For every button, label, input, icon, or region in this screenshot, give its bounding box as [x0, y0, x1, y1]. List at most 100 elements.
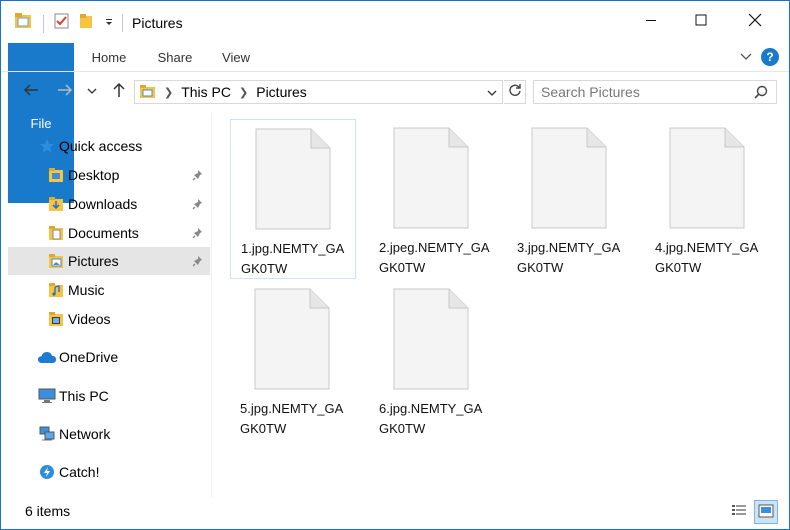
pin-icon[interactable]	[192, 197, 204, 213]
folder-pictures-icon	[47, 252, 65, 270]
file-name: 5.jpg.NEMTY_GAGK0TW	[240, 401, 344, 436]
file-name: 6.jpg.NEMTY_GAGK0TW	[379, 401, 483, 436]
file-item[interactable]: 1.jpg.NEMTY_GAGK0TW	[230, 119, 356, 279]
blank-file-icon	[393, 288, 469, 390]
navigation-bar: ❯ This PC ❯ Pictures Search Pictures	[1, 71, 789, 113]
sidebar-item-this-pc[interactable]: This PC	[8, 382, 210, 410]
file-item[interactable]: 3.jpg.NEMTY_GAGK0TW	[507, 119, 633, 279]
expand-ribbon-chevron-icon[interactable]	[739, 49, 753, 68]
forward-arrow-icon	[57, 83, 73, 102]
sidebar-item-onedrive[interactable]: OneDrive	[8, 343, 210, 371]
close-button[interactable]	[727, 1, 783, 43]
minimize-icon	[645, 13, 657, 31]
maximize-icon	[695, 13, 707, 31]
address-dropdown-icon[interactable]	[486, 86, 498, 102]
sidebar-item-documents[interactable]: Documents	[8, 219, 210, 247]
sidebar-item-label: Network	[59, 426, 111, 442]
file-list: 1.jpg.NEMTY_GAGK0TW 2.jpeg.NEMTY_GAGK0TW…	[215, 113, 789, 497]
tab-share[interactable]: Share	[150, 43, 200, 71]
properties-icon[interactable]	[54, 13, 70, 34]
search-placeholder: Search Pictures	[541, 84, 640, 100]
folder-music-icon	[47, 281, 65, 299]
search-input[interactable]: Search Pictures	[533, 80, 777, 104]
pin-icon[interactable]	[192, 168, 204, 184]
explorer-folder-icon[interactable]	[15, 13, 33, 34]
details-view-icon	[731, 504, 747, 521]
title-divider	[122, 14, 123, 32]
minimize-button[interactable]	[623, 1, 679, 43]
sidebar-item-catch[interactable]: Catch!	[8, 458, 210, 486]
explorer-window: Pictures File Home Share View ? ❯ This P…	[0, 0, 790, 530]
status-bar: 6 items	[1, 497, 789, 529]
search-icon	[754, 85, 768, 102]
new-folder-icon[interactable]	[80, 13, 94, 34]
forward-button[interactable]	[55, 82, 75, 102]
folder-desktop-icon	[47, 166, 65, 184]
breadcrumb-separator-icon: ❯	[239, 86, 249, 99]
pin-icon[interactable]	[192, 226, 204, 242]
pin-icon[interactable]	[192, 254, 204, 270]
refresh-button[interactable]	[504, 80, 526, 104]
navigation-pane: Quick access Desktop Downloads Documents	[1, 113, 211, 497]
tab-view[interactable]: View	[213, 43, 259, 71]
sidebar-item-pictures[interactable]: Pictures	[8, 247, 210, 275]
address-bar[interactable]: ❯ This PC ❯ Pictures	[134, 80, 503, 104]
file-name: 3.jpg.NEMTY_GAGK0TW	[517, 240, 621, 275]
toolbar-divider	[43, 14, 44, 33]
file-item[interactable]: 4.jpg.NEMTY_GAGK0TW	[645, 119, 771, 279]
file-name: 2.jpeg.NEMTY_GAGK0TW	[379, 240, 490, 275]
file-item[interactable]: 5.jpg.NEMTY_GAGK0TW	[230, 280, 356, 440]
back-button[interactable]	[21, 82, 41, 102]
sidebar-item-label: Videos	[68, 311, 111, 327]
blank-file-icon	[255, 128, 331, 230]
back-arrow-icon	[23, 83, 39, 102]
folder-documents-icon	[47, 224, 65, 242]
details-view-button[interactable]	[727, 500, 751, 524]
blank-file-icon	[254, 288, 330, 390]
blank-file-icon	[531, 127, 607, 229]
sidebar-item-label: Documents	[68, 225, 139, 241]
sidebar-item-quick-access[interactable]: Quick access	[8, 132, 210, 160]
sidebar-item-downloads[interactable]: Downloads	[8, 190, 210, 218]
window-title: Pictures	[132, 15, 183, 31]
computer-icon	[38, 387, 56, 405]
quick-access-toolbar	[15, 13, 114, 34]
chevron-down-icon	[87, 83, 97, 101]
large-icons-view-icon	[758, 504, 774, 521]
pictures-location-icon	[140, 85, 156, 99]
sidebar-item-videos[interactable]: Videos	[8, 305, 210, 333]
breadcrumb-pictures[interactable]: Pictures	[256, 84, 307, 100]
folder-downloads-icon	[47, 195, 65, 213]
large-icons-view-button[interactable]	[754, 500, 778, 524]
blank-file-icon	[669, 127, 745, 229]
sidebar-item-desktop[interactable]: Desktop	[8, 161, 210, 189]
file-item[interactable]: 2.jpeg.NEMTY_GAGK0TW	[369, 119, 495, 279]
file-name: 1.jpg.NEMTY_GAGK0TW	[241, 241, 345, 276]
tab-home[interactable]: Home	[84, 43, 134, 71]
up-arrow-icon	[112, 82, 126, 103]
recent-locations-button[interactable]	[85, 82, 99, 102]
maximize-button[interactable]	[673, 1, 729, 43]
file-name: 4.jpg.NEMTY_GAGK0TW	[655, 240, 759, 275]
breadcrumb-separator-icon: ❯	[164, 86, 174, 99]
sidebar-item-network[interactable]: Network	[8, 420, 210, 448]
network-icon	[38, 425, 56, 443]
up-button[interactable]	[109, 82, 129, 102]
sidebar-item-label: Catch!	[59, 464, 100, 480]
help-button[interactable]: ?	[761, 48, 779, 66]
file-item[interactable]: 6.jpg.NEMTY_GAGK0TW	[369, 280, 495, 440]
pane-divider[interactable]	[211, 113, 212, 497]
blank-file-icon	[393, 127, 469, 229]
sidebar-item-label: Pictures	[68, 253, 119, 269]
folder-videos-icon	[47, 310, 65, 328]
customize-toolbar-chevron-icon[interactable]	[104, 15, 114, 33]
sidebar-item-label: Downloads	[68, 196, 138, 212]
refresh-icon	[508, 83, 522, 102]
breadcrumb-this-pc[interactable]: This PC	[181, 84, 231, 100]
sidebar-item-label: Music	[68, 282, 105, 298]
sidebar-item-label: Desktop	[68, 167, 120, 183]
sidebar-item-music[interactable]: Music	[8, 276, 210, 304]
star-icon	[38, 137, 56, 155]
close-icon	[748, 13, 762, 32]
ribbon-tabs: File Home Share View ?	[1, 43, 789, 203]
